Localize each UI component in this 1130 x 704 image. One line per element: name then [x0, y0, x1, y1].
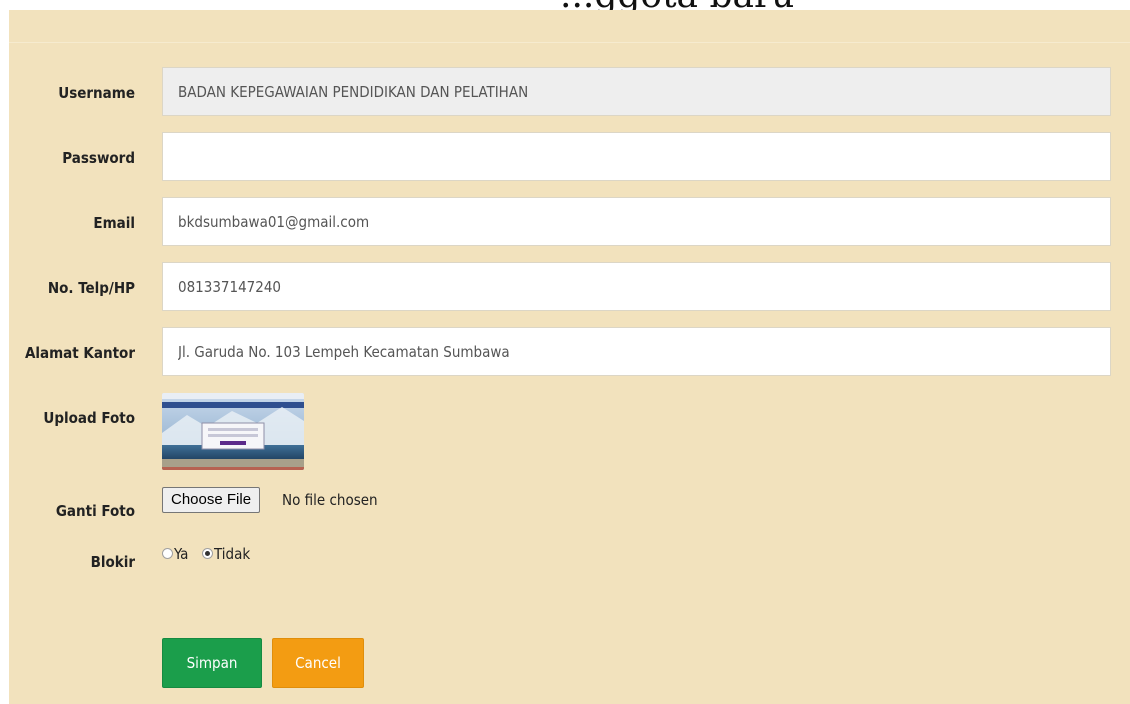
- password-field[interactable]: [162, 132, 1111, 181]
- radio-tidak-label[interactable]: Tidak: [214, 545, 250, 563]
- address-field[interactable]: [162, 327, 1111, 376]
- radio-tidak[interactable]: [202, 548, 213, 559]
- save-button[interactable]: Simpan: [162, 638, 262, 688]
- cancel-button[interactable]: Cancel: [272, 638, 364, 688]
- username-label: Username: [58, 84, 135, 102]
- photo-thumbnail-image: [162, 393, 304, 470]
- phone-label: No. Telp/HP: [47, 279, 135, 297]
- email-label: Email: [93, 214, 135, 232]
- photo-thumbnail: [162, 393, 304, 470]
- password-label: Password: [62, 149, 135, 167]
- radio-ya-label[interactable]: Ya: [174, 545, 188, 563]
- upload-photo-label: Upload Foto: [43, 409, 135, 427]
- divider: [9, 42, 1130, 43]
- radio-ya[interactable]: [162, 548, 173, 559]
- change-photo-label: Ganti Foto: [55, 502, 135, 520]
- phone-field[interactable]: [162, 262, 1111, 311]
- email-field[interactable]: [162, 197, 1111, 246]
- file-status-text: No file chosen: [282, 491, 378, 509]
- choose-file-button[interactable]: Choose File: [162, 487, 261, 513]
- username-field[interactable]: [162, 67, 1111, 116]
- address-label: Alamat Kantor: [24, 344, 135, 362]
- block-label: Blokir: [90, 553, 135, 571]
- edit-form-panel: Username Password Email No. Telp/HP Alam…: [9, 10, 1130, 704]
